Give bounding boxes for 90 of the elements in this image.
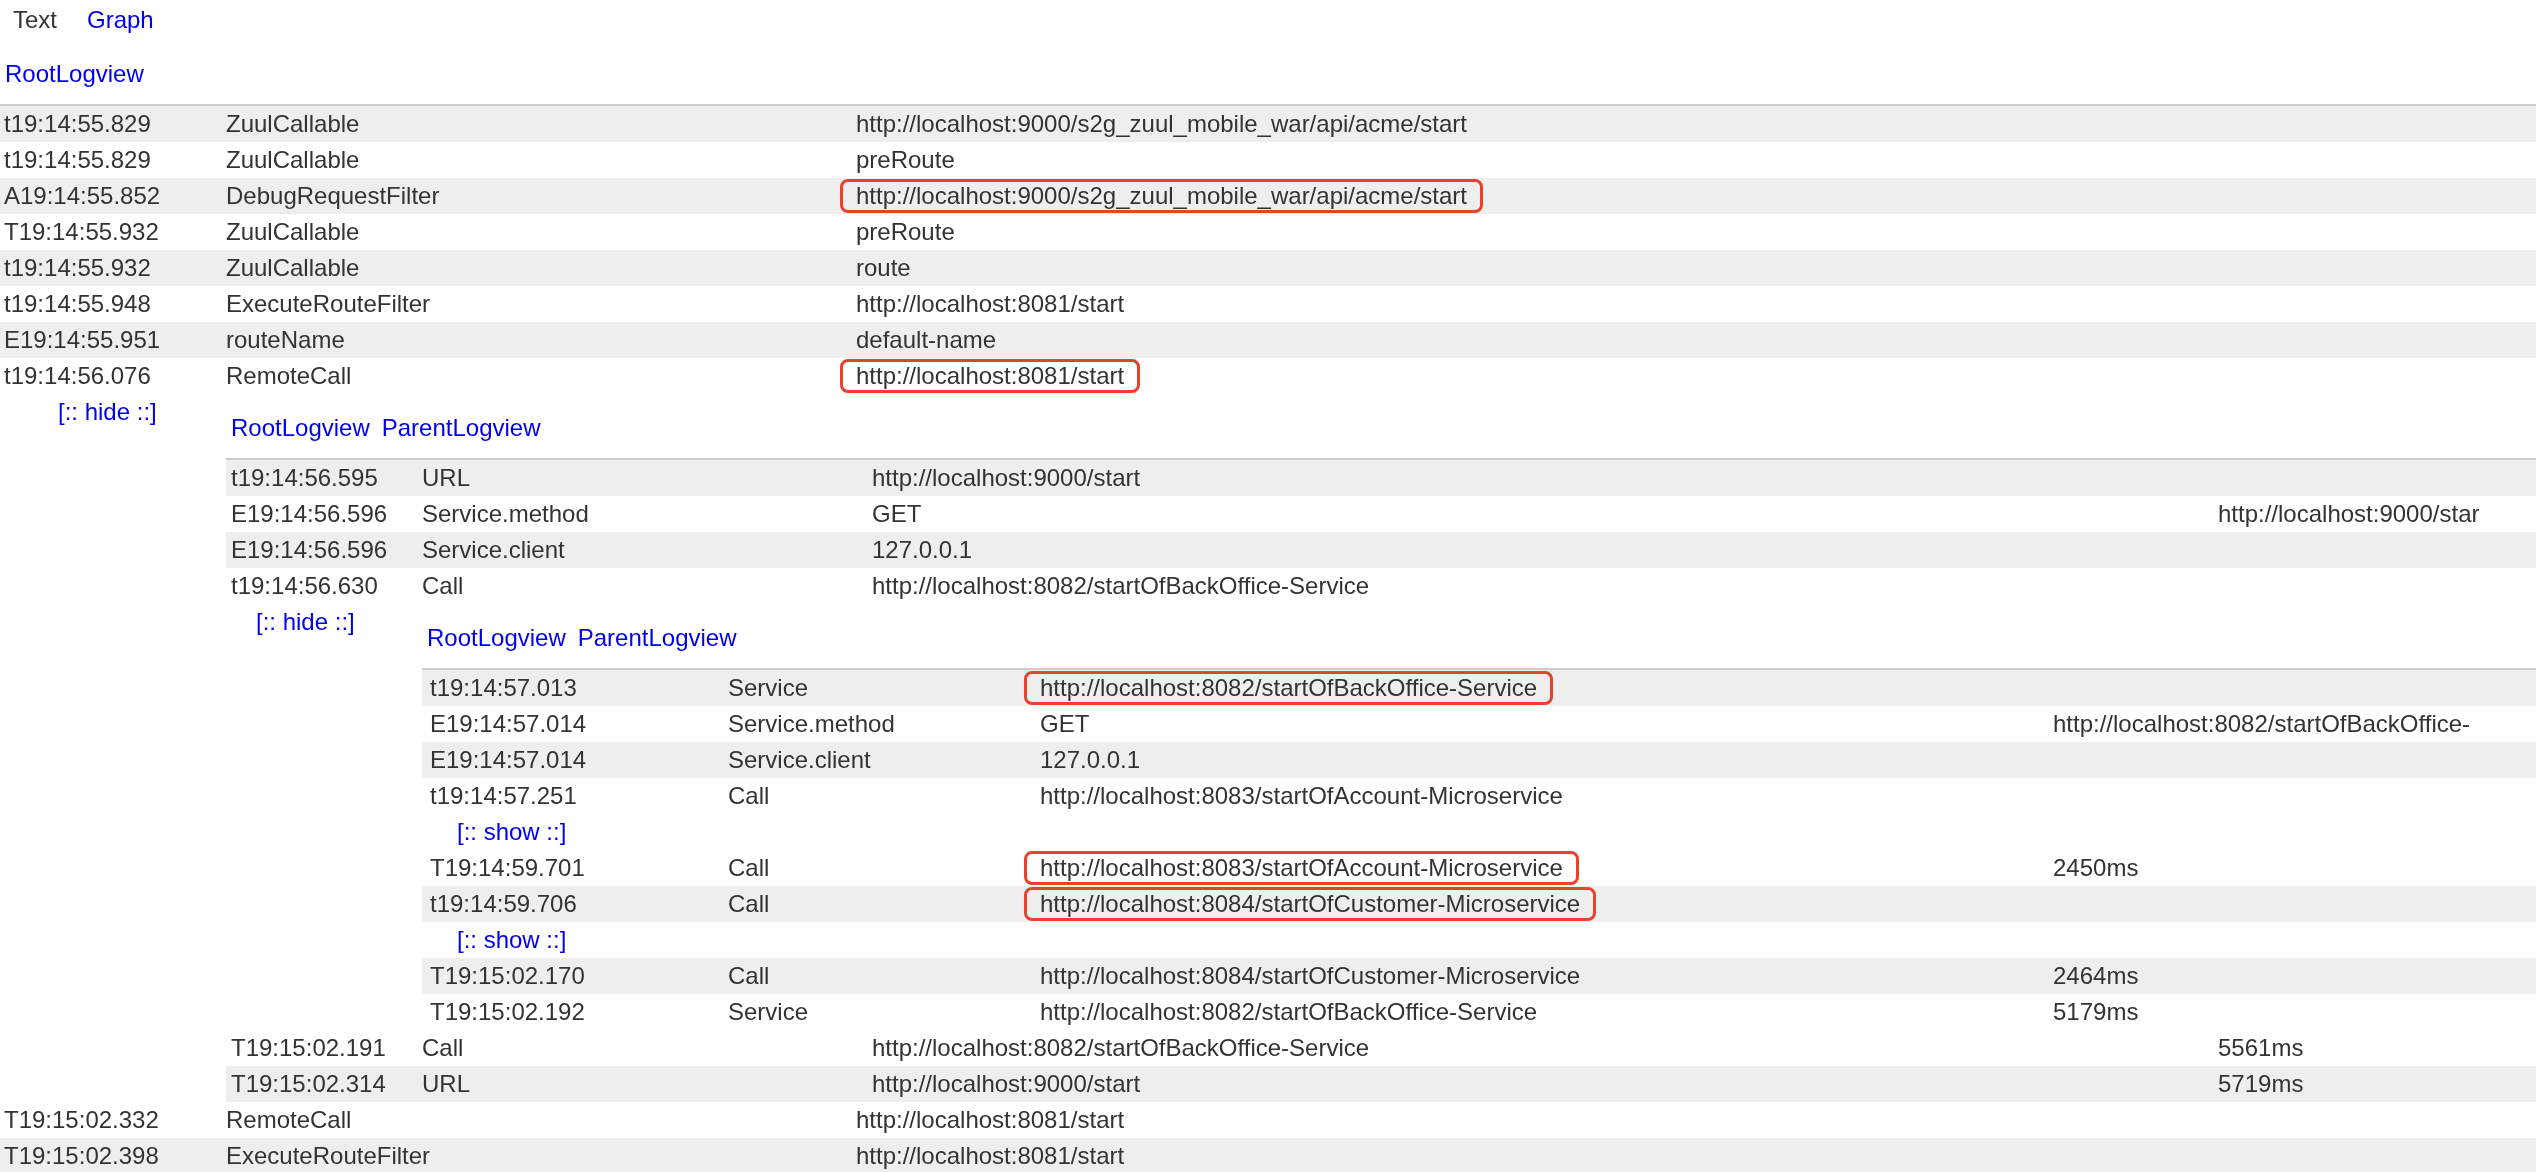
log-value: preRoute [856, 218, 955, 246]
log-extra: 5179ms [2053, 997, 2140, 1027]
log-extra: http://localhost:8082/startOfBackOffice- [2053, 709, 2472, 739]
log-time: t19:14:55.948 [3, 289, 152, 319]
log-time: t19:14:59.706 [429, 889, 578, 919]
log-time: T19:15:02.170 [429, 961, 586, 991]
log-name: Service.client [728, 745, 872, 775]
log-name: RemoteCall [226, 361, 353, 391]
log-name: DebugRequestFilter [226, 181, 441, 211]
log-value: http://localhost:8082/startOfBackOffice-Service [872, 572, 1370, 600]
log-time: T19:14:59.701 [429, 853, 586, 883]
log-time: t19:14:56.076 [3, 361, 152, 391]
log-value: http://localhost:9000/start [872, 1070, 1141, 1098]
log-value: http://localhost:9000/s2g_zuul_mobile_war/api/acme/start [856, 110, 1467, 138]
log-time: E19:14:57.014 [429, 709, 588, 739]
log-time: t19:14:57.013 [429, 673, 578, 703]
highlighted-value: http://localhost:9000/s2g_zuul_mobile_war/api/acme/start [840, 179, 1483, 213]
log-value: 127.0.0.1 [872, 536, 973, 564]
logview-link[interactable]: RootLogview [231, 410, 370, 446]
log-name: URL [422, 1069, 471, 1099]
log-value: http://localhost:8081/start [856, 290, 1125, 318]
log-name: Service [728, 997, 810, 1027]
log-value: http://localhost:8081/start [856, 1142, 1125, 1170]
log-value: http://localhost:8081/start [856, 1106, 1125, 1134]
log-time: T19:15:02.191 [230, 1033, 387, 1063]
highlighted-value: http://localhost:8082/startOfBackOffice-Service [1024, 671, 1554, 705]
highlighted-value: http://localhost:8084/startOfCustomer-Microservice [1024, 887, 1597, 921]
log-value: GET [872, 500, 922, 528]
log-name: URL [422, 463, 471, 493]
log-name: Service.method [728, 709, 896, 739]
log-time: E19:14:55.951 [3, 325, 162, 355]
log-value: http://localhost:8083/startOfAccount-Microservice [1040, 782, 1563, 810]
log-name: Call [728, 889, 771, 919]
log-time: T19:15:02.332 [3, 1105, 160, 1135]
log-extra: 5719ms [2218, 1069, 2305, 1099]
log-time: A19:14:55.852 [3, 181, 162, 211]
log-extra: 5561ms [2218, 1033, 2305, 1063]
log-name: ExecuteRouteFilter [226, 289, 432, 319]
log-time: E19:14:57.014 [429, 745, 588, 775]
log-time: T19:15:02.192 [429, 997, 586, 1027]
log-time: t19:14:55.829 [3, 145, 152, 175]
expand-toggle-link[interactable]: [:: show ::] [457, 922, 567, 958]
log-extra: http://localhost:9000/star [2218, 499, 2481, 529]
log-name: ZuulCallable [226, 217, 361, 247]
log-name: Call [728, 781, 771, 811]
expand-toggle-link[interactable]: [:: hide ::] [256, 604, 355, 640]
log-value: http://localhost:8084/startOfCustomer-Microservice [1040, 962, 1581, 990]
log-name: Service.method [422, 499, 590, 529]
logview-link[interactable]: RootLogview [5, 56, 144, 92]
log-value: http://localhost:8082/startOfBackOffice-Service [1040, 998, 1538, 1026]
logview-link[interactable]: ParentLogview [381, 410, 541, 446]
log-name: ZuulCallable [226, 109, 361, 139]
view-tab[interactable]: Graph [87, 2, 154, 38]
log-value: default-name [856, 326, 997, 354]
logview-link[interactable]: RootLogview [427, 620, 566, 656]
log-time: T19:15:02.314 [230, 1069, 387, 1099]
log-time: t19:14:55.829 [3, 109, 152, 139]
expand-toggle-link[interactable]: [:: hide ::] [58, 394, 157, 430]
log-name: RemoteCall [226, 1105, 353, 1135]
log-name: Call [422, 571, 465, 601]
log-name: Call [422, 1033, 465, 1063]
log-time: E19:14:56.596 [230, 499, 389, 529]
logview-link[interactable]: ParentLogview [577, 620, 737, 656]
log-name: ExecuteRouteFilter [226, 1141, 432, 1171]
log-name: ZuulCallable [226, 253, 361, 283]
expand-toggle-link[interactable]: [:: show ::] [457, 814, 567, 850]
view-tab[interactable]: Text [13, 2, 57, 38]
log-name: ZuulCallable [226, 145, 361, 175]
log-name: Call [728, 961, 771, 991]
log-time: t19:14:55.932 [3, 253, 152, 283]
log-name: Service.client [422, 535, 566, 565]
highlighted-value: http://localhost:8083/startOfAccount-Microservice [1024, 851, 1579, 885]
log-time: t19:14:56.630 [230, 571, 379, 601]
log-name: routeName [226, 325, 346, 355]
log-extra: 2450ms [2053, 853, 2140, 883]
log-time: E19:14:56.596 [230, 535, 389, 565]
log-name: Call [728, 853, 771, 883]
highlighted-value: http://localhost:8081/start [840, 359, 1141, 393]
log-value: 127.0.0.1 [1040, 746, 1141, 774]
log-name: Service [728, 673, 810, 703]
log-value: preRoute [856, 146, 955, 174]
log-time: t19:14:57.251 [429, 781, 578, 811]
log-value: GET [1040, 710, 1090, 738]
log-time: T19:15:02.398 [3, 1141, 160, 1171]
log-value: route [856, 254, 911, 282]
log-extra: 2464ms [2053, 961, 2140, 991]
log-time: T19:14:55.932 [3, 217, 160, 247]
log-value: http://localhost:8082/startOfBackOffice-Service [872, 1034, 1370, 1062]
log-value: http://localhost:9000/start [872, 464, 1141, 492]
log-time: t19:14:56.595 [230, 463, 379, 493]
